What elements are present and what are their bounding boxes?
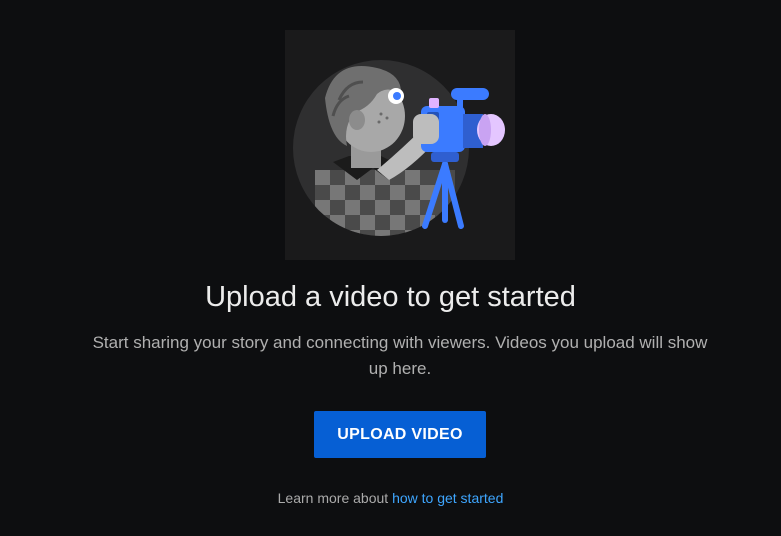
how-to-get-started-link[interactable]: how to get started: [392, 490, 503, 506]
learn-more-text: Learn more about how to get started: [0, 488, 781, 508]
channel-content-empty-state: Upload a video to get started Start shar…: [0, 0, 781, 536]
empty-state-description: Start sharing your story and connecting …: [92, 333, 708, 378]
learn-more-prefix: Learn more about: [277, 490, 389, 506]
empty-state-title: Upload a video to get started: [205, 281, 576, 313]
camera-operator-illustration-icon: [285, 30, 515, 260]
upload-video-button[interactable]: UPLOAD VIDEO: [314, 411, 486, 458]
